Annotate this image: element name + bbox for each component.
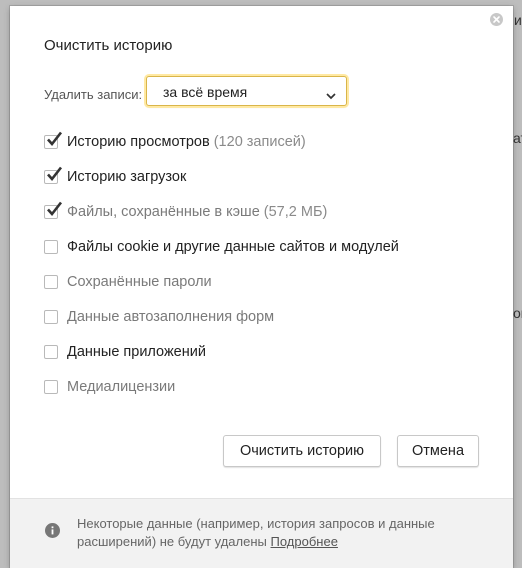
background-text-fragment: ощ [513,305,522,321]
footer-note-text: Некоторые данные (например, история запр… [77,516,435,549]
close-icon[interactable] [490,13,503,26]
option-label: Файлы, сохранённые в кэше (57,2 МБ) [67,204,328,220]
chevron-down-icon [326,87,336,105]
checkbox[interactable] [44,240,58,254]
option-label: Сохранённые пароли [67,274,212,290]
checkbox[interactable] [44,310,58,324]
checkbox[interactable] [44,345,58,359]
period-select-value: за всё время [163,84,248,100]
checkmark-icon [47,131,63,147]
option-label: Историю загрузок [67,169,187,185]
footer-note: Некоторые данные (например, история запр… [77,515,477,551]
option-label: Данные автозаполнения форм [67,309,275,325]
option-label: Файлы cookie и другие данные сайтов и мо… [67,239,399,255]
background-text-fragment: ат [513,130,522,146]
checkmark-icon [47,166,63,182]
period-select[interactable]: за всё время [146,76,347,106]
checkbox[interactable] [44,131,63,149]
option-label: Историю просмотров (120 записей) [67,134,306,150]
cancel-button[interactable]: Отмена [397,435,479,467]
checkbox[interactable] [44,201,63,219]
checkbox[interactable] [44,166,63,184]
clear-history-button[interactable]: Очистить историю [223,435,381,467]
checkbox[interactable] [44,380,58,394]
dialog-title: Очистить историю [44,37,173,54]
period-label: Удалить записи: [44,87,143,102]
option-label: Медиалицензии [67,379,176,395]
info-icon [45,523,60,538]
background-text-fragment: и [514,12,522,28]
more-info-link[interactable]: Подробнее [271,534,338,549]
checkmark-icon [47,201,63,217]
clear-history-dialog: Очистить историю Удалить записи: за всё … [10,6,513,568]
dialog-footer: Некоторые данные (например, история запр… [10,498,513,568]
option-label: Данные приложений [67,344,206,360]
checkbox[interactable] [44,275,58,289]
